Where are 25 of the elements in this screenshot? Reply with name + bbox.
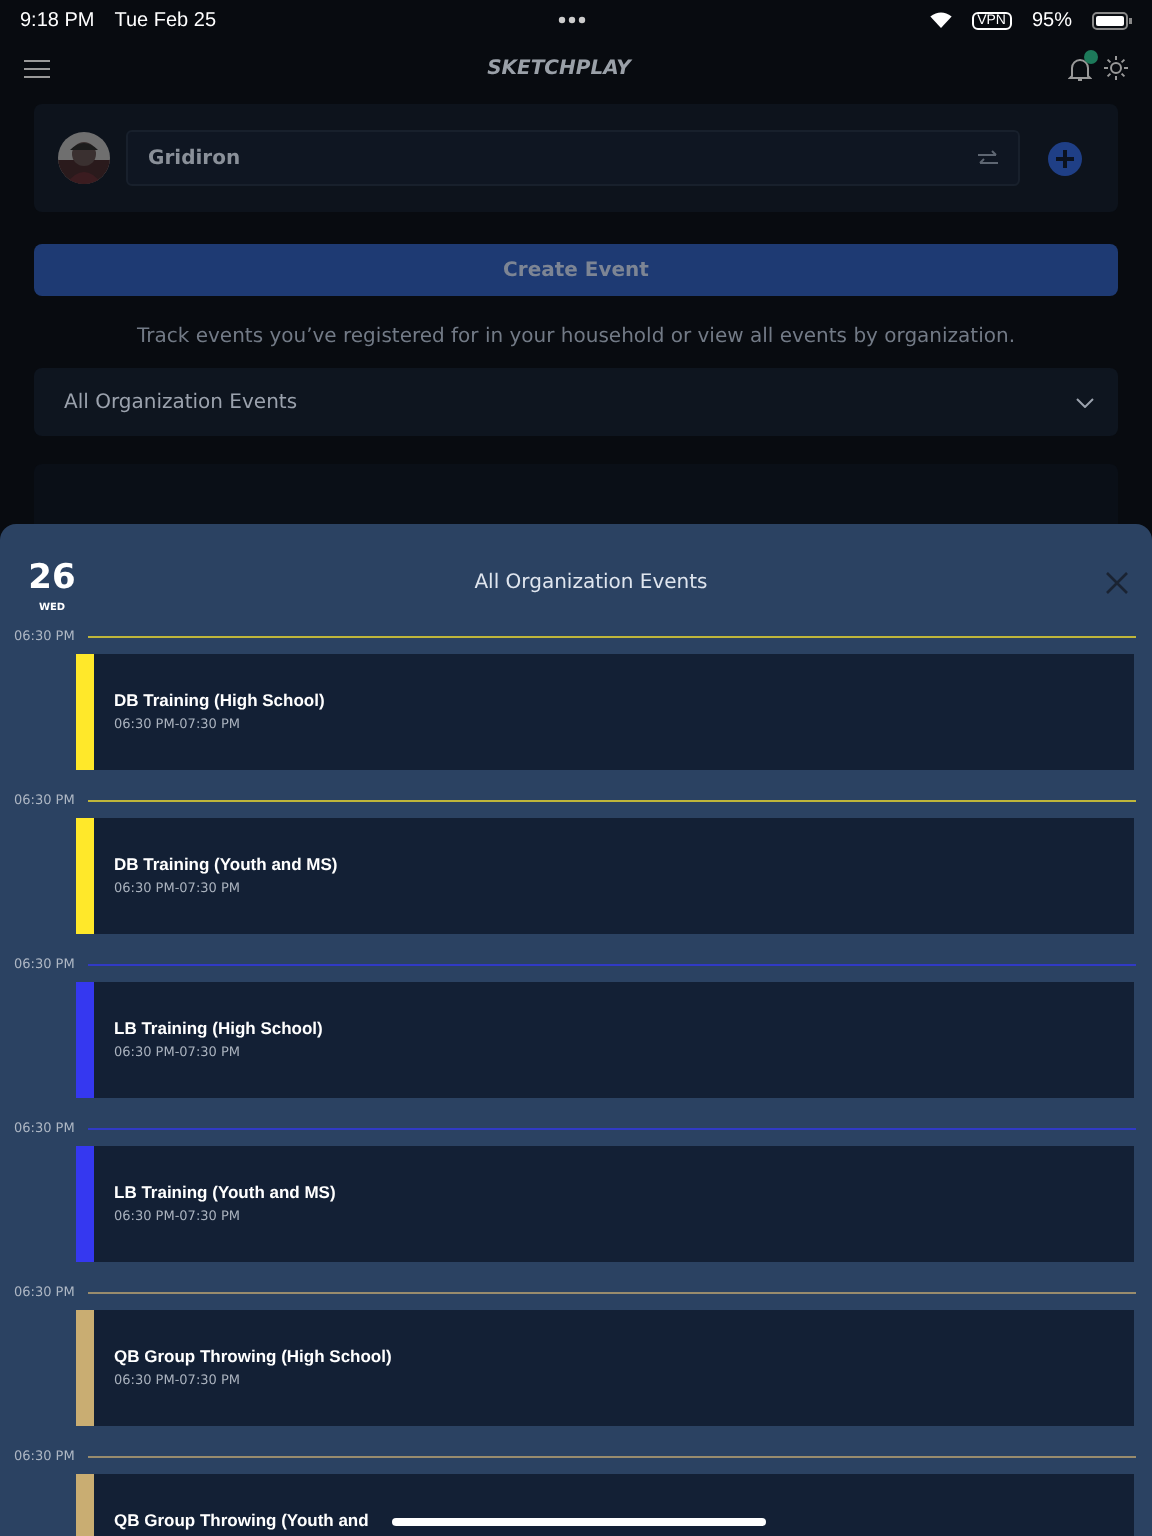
event-filter-dropdown[interactable]: All Organization Events [34,368,1118,436]
event-title: LB Training (Youth and MS) [114,1182,336,1204]
event-title: QB Group Throwing (High School) [114,1346,392,1368]
battery-percent: 95% [1032,9,1073,31]
sheet-title: All Organization Events [472,572,710,594]
chevron-down-icon [1076,397,1094,407]
organization-selector[interactable]: Gridiron [126,130,1020,186]
event-card[interactable]: QB Group Throwing (Youth and [76,1474,1134,1536]
wifi-icon [929,12,952,28]
description-text: Track events you’ve registered for in your household or view all events by organization. [135,326,1017,348]
status-time: 9:18 PM [20,9,95,31]
day-number: 26 [28,560,76,596]
more-icon [558,16,587,24]
status-date: Tue Feb 25 [114,9,217,31]
event-title: DB Training (Youth and MS) [114,854,338,876]
event-title: LB Training (High School) [114,1018,323,1040]
menu-icon[interactable] [24,59,50,77]
sun-icon[interactable] [1104,56,1128,80]
event-title: DB Training (High School) [114,690,325,712]
battery-icon [1092,11,1133,29]
notification-button[interactable] [1068,55,1092,81]
event-title: QB Group Throwing (Youth and [114,1510,369,1532]
swap-icon [978,149,998,167]
app-logo: SKETCHPLAY [485,57,634,79]
plus-icon [1056,149,1074,167]
